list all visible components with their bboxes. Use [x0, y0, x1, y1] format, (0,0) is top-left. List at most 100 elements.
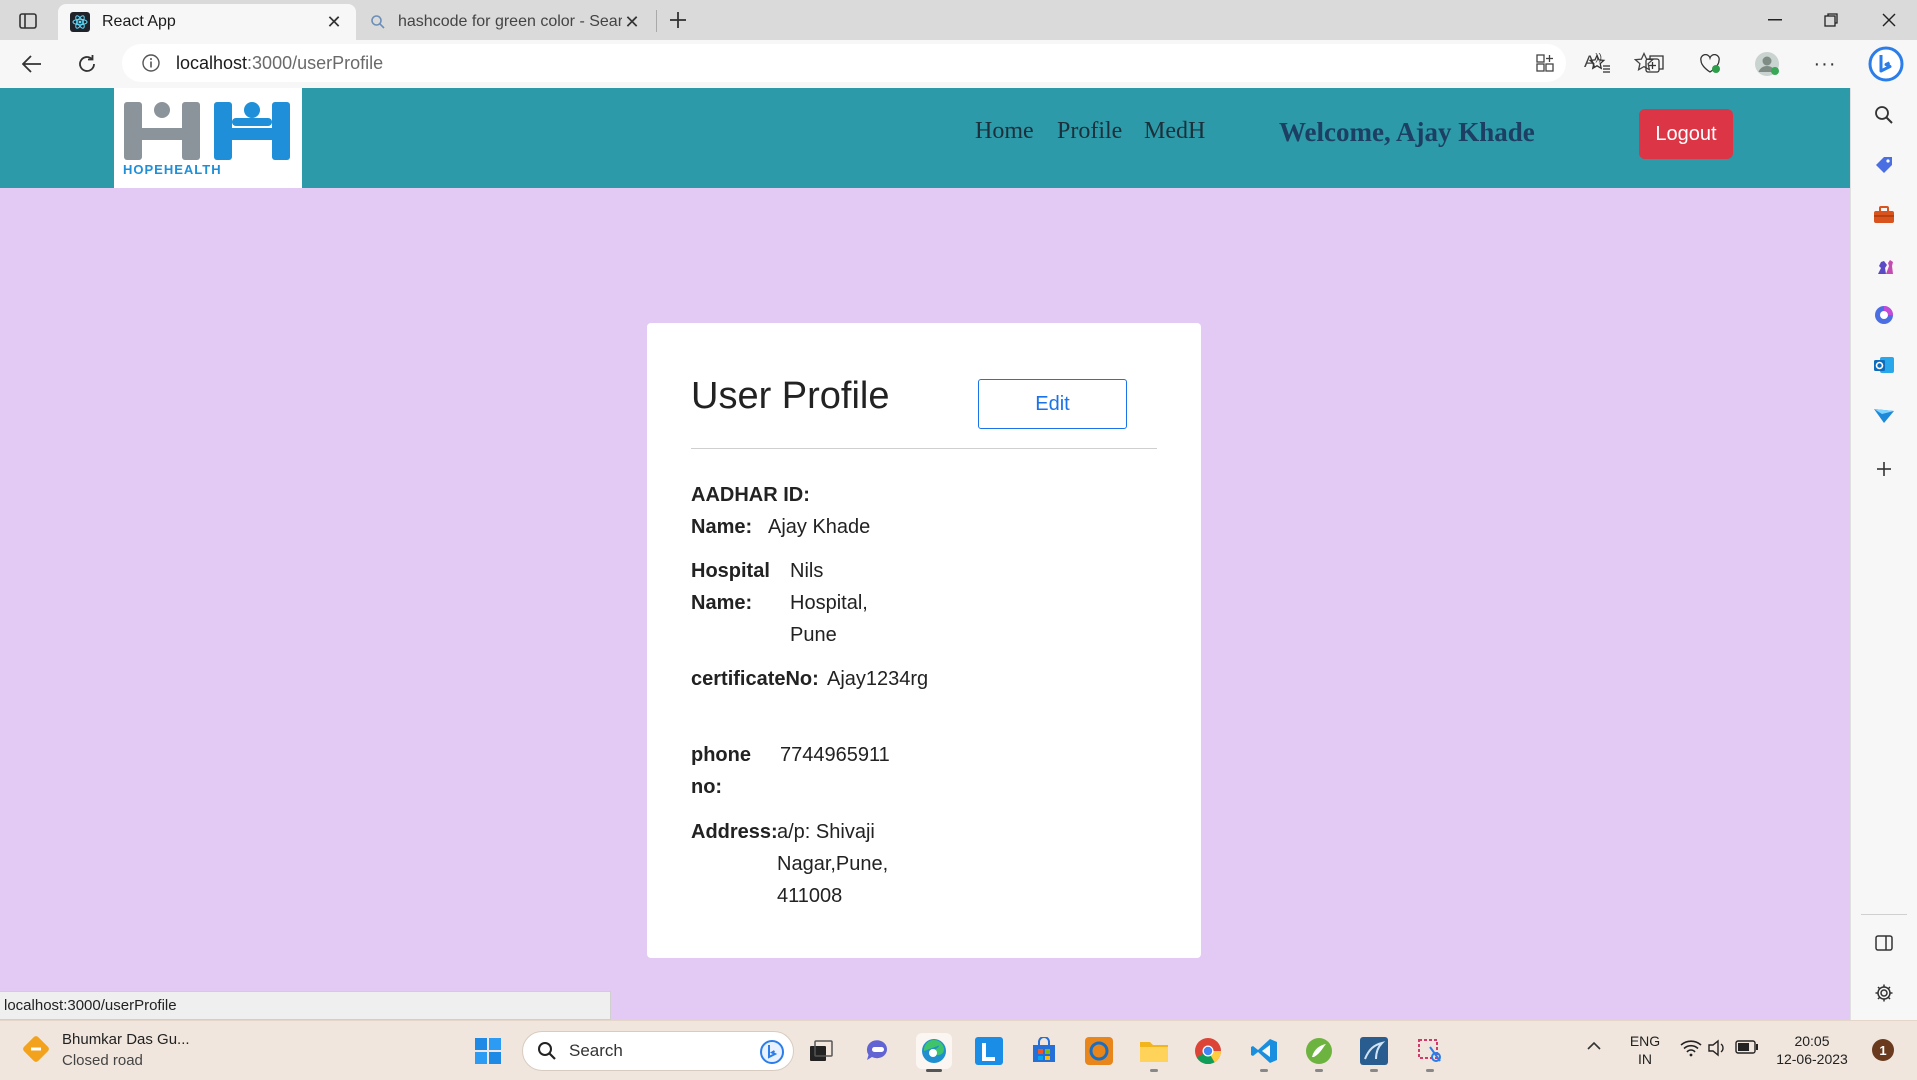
hospital-label-line1: Hospital	[691, 560, 770, 582]
certificate-label: certificateNo:	[691, 668, 819, 690]
volume-icon[interactable]	[1708, 1039, 1728, 1057]
tools-briefcase-icon[interactable]	[1869, 200, 1899, 230]
spring-tools-icon[interactable]	[1301, 1033, 1337, 1072]
nav-home-link[interactable]: Home	[975, 118, 1034, 145]
new-tab-icon[interactable]	[664, 6, 692, 34]
name-value: Ajay Khade	[768, 516, 871, 538]
microsoft-365-icon[interactable]	[1869, 300, 1899, 330]
tab-actions-icon[interactable]	[14, 8, 42, 34]
file-explorer-icon[interactable]	[1136, 1033, 1172, 1072]
page-viewport: HOPEHEALTH Home Profile MedH Welcome, Aj…	[0, 88, 1850, 1020]
hospital-value-line1: Nils	[790, 560, 824, 582]
running-indicator	[1150, 1069, 1158, 1072]
windows-taskbar: Bhumkar Das Gu... Closed road Search ENG…	[0, 1020, 1917, 1080]
search-icon	[537, 1041, 557, 1061]
show-hidden-icons-chevron[interactable]	[1586, 1041, 1602, 1051]
add-icon[interactable]	[1869, 454, 1899, 484]
more-options-icon[interactable]: ···	[1808, 48, 1842, 80]
browser-toolbar: localhost:3000/userProfile A)) ···	[0, 40, 1917, 88]
notification-badge[interactable]: 1	[1872, 1039, 1894, 1061]
back-icon[interactable]	[15, 48, 49, 80]
clock-time: 20:05	[1794, 1033, 1830, 1049]
site-info-icon[interactable]	[142, 54, 160, 72]
address-value-line3: 411008	[777, 885, 843, 907]
search-placeholder: Search	[569, 1041, 623, 1060]
wifi-icon[interactable]	[1680, 1039, 1702, 1057]
weather-widget-subtitle: Closed road	[62, 1052, 143, 1069]
clock-date: 12-06-2023	[1776, 1051, 1848, 1067]
battery-icon[interactable]	[1735, 1040, 1759, 1054]
running-indicator	[1260, 1069, 1268, 1072]
title-divider	[691, 448, 1157, 449]
address-value-line1: a/p: Shivaji	[777, 821, 875, 843]
status-link-url: localhost:3000/userProfile	[0, 991, 611, 1020]
close-tab-icon[interactable]: ✕	[324, 12, 344, 33]
edit-button[interactable]: Edit	[978, 379, 1127, 429]
bing-icon[interactable]	[759, 1040, 785, 1064]
orange-app-icon[interactable]	[1081, 1033, 1117, 1069]
nav-profile-link[interactable]: Profile	[1057, 118, 1122, 145]
close-tab-icon[interactable]: ✕	[622, 12, 642, 33]
browser-tab-bar: React App ✕ hashcode for green color - S…	[0, 0, 1917, 40]
browser-sidebar	[1850, 88, 1917, 1020]
aadhar-label: AADHAR ID:	[691, 484, 810, 506]
language-indicator[interactable]: ENG IN	[1628, 1032, 1662, 1068]
drop-send-icon[interactable]	[1869, 400, 1899, 430]
tab-search[interactable]: hashcode for green color - Searc ✕	[358, 4, 654, 40]
hospital-label-line2: Name:	[691, 592, 753, 614]
hospital-value-line3: Pune	[790, 624, 837, 646]
edge-taskbar-icon[interactable]	[916, 1033, 952, 1072]
nav-medh-link[interactable]: MedH	[1144, 118, 1205, 145]
snipping-tool-icon[interactable]	[1412, 1033, 1448, 1072]
active-indicator	[926, 1069, 942, 1072]
app-available-icon[interactable]	[1536, 54, 1554, 72]
running-indicator	[1426, 1069, 1434, 1072]
refresh-icon[interactable]	[70, 48, 104, 80]
clock[interactable]: 20:05 12-06-2023	[1770, 1032, 1854, 1068]
url-host: localhost	[176, 52, 248, 73]
l-app-icon[interactable]	[971, 1033, 1007, 1069]
name-label: Name:	[691, 516, 753, 538]
games-chess-icon[interactable]	[1869, 250, 1899, 280]
copilot-icon[interactable]	[1866, 44, 1906, 84]
search-icon	[370, 14, 386, 30]
tab-title: React App	[102, 13, 176, 30]
logout-button[interactable]: Logout	[1639, 109, 1733, 159]
profile-avatar-icon[interactable]	[1750, 48, 1784, 80]
minimize-icon[interactable]	[1747, 0, 1803, 40]
region-code: IN	[1638, 1051, 1652, 1067]
browser-essentials-icon[interactable]	[1693, 48, 1727, 80]
address-bar[interactable]: localhost:3000/userProfile A))	[122, 44, 1654, 82]
tab-react-app[interactable]: React App ✕	[58, 4, 356, 40]
mysql-workbench-icon[interactable]	[1356, 1033, 1392, 1072]
search-icon[interactable]	[1869, 100, 1899, 130]
address-value-line2: Nagar,Pune,	[777, 853, 889, 875]
logo-wordmark: HOPEHEALTH	[123, 162, 222, 177]
hospital-value-line2: Hospital,	[790, 592, 868, 614]
sidebar-divider	[1861, 914, 1907, 915]
favorites-icon[interactable]	[1583, 48, 1617, 80]
collections-icon[interactable]	[1638, 48, 1672, 80]
page-title: User Profile	[691, 375, 890, 417]
tab-divider	[656, 10, 657, 32]
chrome-icon[interactable]	[1190, 1033, 1226, 1069]
settings-gear-icon[interactable]	[1869, 978, 1899, 1008]
teams-chat-icon[interactable]	[860, 1033, 896, 1069]
task-view-icon[interactable]	[803, 1033, 839, 1069]
road-closure-icon[interactable]	[22, 1035, 50, 1063]
windows-start-icon[interactable]	[470, 1033, 506, 1069]
taskbar-search[interactable]: Search	[522, 1031, 794, 1071]
sidebar-toggle-icon[interactable]	[1869, 928, 1899, 958]
app-navbar: HOPEHEALTH Home Profile MedH Welcome, Aj…	[0, 88, 1850, 188]
running-indicator	[1315, 1069, 1323, 1072]
close-window-icon[interactable]	[1861, 0, 1917, 40]
hopehealth-logo[interactable]: HOPEHEALTH	[114, 88, 302, 188]
tab-title: hashcode for green color - Searc	[398, 13, 622, 30]
restore-icon[interactable]	[1803, 0, 1859, 40]
outlook-icon[interactable]	[1869, 350, 1899, 380]
phone-label-line2: no:	[691, 776, 723, 798]
vscode-icon[interactable]	[1246, 1033, 1282, 1072]
shopping-tag-icon[interactable]	[1869, 150, 1899, 180]
weather-widget-title[interactable]: Bhumkar Das Gu...	[62, 1031, 190, 1048]
microsoft-store-icon[interactable]	[1026, 1033, 1062, 1069]
